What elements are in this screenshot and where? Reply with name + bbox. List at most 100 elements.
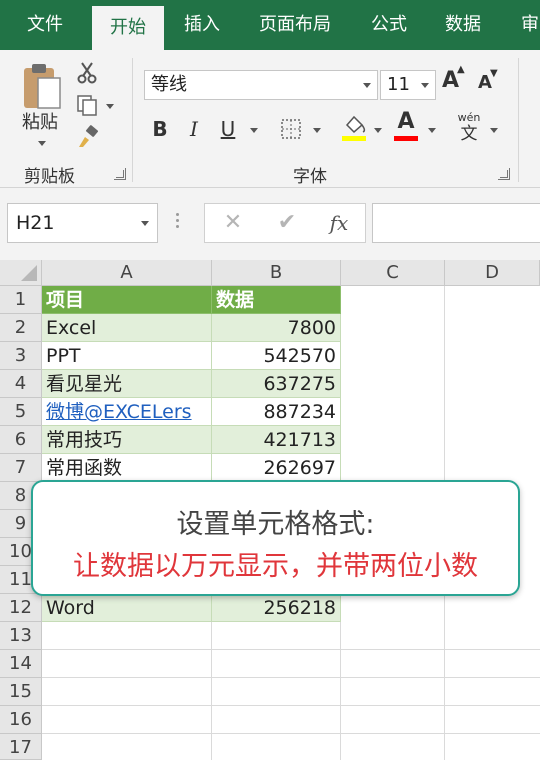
table-cell[interactable]: 看见星光 [42, 370, 212, 398]
copy-button[interactable] [74, 92, 100, 118]
table-header-cell[interactable]: 数据 [212, 286, 341, 314]
chevron-down-icon [363, 83, 371, 88]
formula-buttons: ✕ ✔ fx [204, 203, 366, 243]
chevron-down-icon [421, 83, 429, 88]
tip-callout: 设置单元格格式: 让数据以万元显示，并带两位小数 [31, 480, 520, 596]
italic-button[interactable]: I [182, 114, 206, 144]
table-cell[interactable]: 542570 [212, 342, 341, 370]
font-launcher-icon[interactable] [498, 168, 510, 180]
gridline [340, 622, 341, 760]
table-cell[interactable]: 常用函数 [42, 454, 212, 482]
row-header[interactable]: 1 [0, 286, 42, 314]
table-cell[interactable]: 7800 [212, 314, 341, 342]
row-header[interactable]: 17 [0, 734, 42, 760]
bold-button[interactable]: B [148, 114, 172, 144]
table-cell[interactable]: Excel [42, 314, 212, 342]
table-cell[interactable]: Word [42, 594, 212, 622]
row-header[interactable]: 13 [0, 622, 42, 650]
font-size-select[interactable]: 11 [380, 70, 436, 100]
tab-data[interactable]: 数据 [432, 0, 494, 50]
group-divider [132, 58, 133, 182]
chevron-down-icon [141, 221, 149, 226]
font-family-select[interactable]: 等线 [144, 70, 378, 100]
table-cell[interactable]: PPT [42, 342, 212, 370]
column-header-c[interactable]: C [341, 260, 445, 286]
clipboard-icon [24, 64, 61, 109]
table-header-cell[interactable]: 项目 [42, 286, 212, 314]
row-header[interactable]: 4 [0, 370, 42, 398]
font-color-button[interactable]: A [392, 108, 420, 144]
gridline [211, 622, 212, 760]
enter-icon[interactable]: ✔ [267, 204, 307, 242]
drag-handle-icon[interactable] [176, 210, 180, 234]
row-header[interactable]: 16 [0, 706, 42, 734]
shrink-font-button[interactable]: A ▼ [478, 68, 502, 102]
font-color-swatch [394, 136, 418, 141]
column-header-a[interactable]: A [42, 260, 212, 286]
copy-dropdown-caret[interactable] [106, 104, 114, 109]
paste-label: 粘贴 [22, 112, 58, 133]
table-cell[interactable]: 常用技巧 [42, 426, 212, 454]
cancel-icon[interactable]: ✕ [213, 204, 253, 242]
cut-button[interactable] [74, 60, 100, 86]
name-box[interactable]: H21 [7, 203, 158, 243]
callout-highlight: 让数据以万元显示，并带两位小数 [73, 551, 478, 582]
grow-font-button[interactable]: A ▲ [442, 64, 466, 100]
row-header[interactable]: 7 [0, 454, 42, 482]
select-all-button[interactable] [0, 260, 42, 286]
row-header[interactable]: 2 [0, 314, 42, 342]
name-box-value: H21 [16, 212, 55, 234]
row-header[interactable]: 12 [0, 594, 42, 622]
table-cell[interactable]: 256218 [212, 594, 341, 622]
paste-dropdown-caret[interactable] [38, 141, 46, 146]
clipboard-group-label: 剪贴板 [24, 167, 75, 187]
ribbon: 粘贴 剪贴板 等线 11 A ▲ A ▼ B I U A wén 文 字体 [0, 50, 540, 188]
underline-button[interactable]: U [216, 114, 240, 144]
table-cell[interactable]: 637275 [212, 370, 341, 398]
table-cell[interactable]: 262697 [212, 454, 341, 482]
row-header[interactable]: 3 [0, 342, 42, 370]
phonetic-pinyin: wén [457, 111, 481, 124]
column-header-b[interactable]: B [212, 260, 341, 286]
formula-bar: H21 ✕ ✔ fx [0, 188, 540, 260]
tab-review[interactable]: 审阅 [508, 0, 540, 50]
font-family-value: 等线 [151, 74, 187, 95]
row-header[interactable]: 14 [0, 650, 42, 678]
phonetic-char: 文 [460, 124, 478, 144]
format-painter-button[interactable] [74, 124, 100, 150]
phonetic-guide-button[interactable]: wén 文 [456, 112, 482, 146]
font-color-dropdown-caret[interactable] [428, 128, 436, 133]
borders-icon [281, 119, 301, 139]
group-divider [518, 58, 519, 182]
hyperlink-cell[interactable]: 微博@EXCELers [42, 398, 212, 426]
fill-color-dropdown-caret[interactable] [374, 128, 382, 133]
ribbon-tab-bar: 文件 开始 插入 页面布局 公式 数据 审阅 [0, 0, 540, 50]
tab-file[interactable]: 文件 [12, 0, 78, 50]
tab-page-layout[interactable]: 页面布局 [246, 0, 344, 50]
phonetic-dropdown-caret[interactable] [490, 128, 498, 133]
table-cell[interactable]: 887234 [212, 398, 341, 426]
tab-formulas[interactable]: 公式 [358, 0, 420, 50]
column-header-d[interactable]: D [445, 260, 540, 286]
fill-color-button[interactable] [340, 110, 368, 144]
row-header[interactable]: 5 [0, 398, 42, 426]
borders-button[interactable] [278, 114, 304, 144]
tab-insert[interactable]: 插入 [172, 0, 232, 50]
clipboard-launcher-icon[interactable] [114, 168, 126, 180]
scissors-icon [77, 62, 97, 84]
row-header[interactable]: 6 [0, 426, 42, 454]
font-group-label: 字体 [293, 167, 327, 187]
borders-dropdown-caret[interactable] [313, 128, 321, 133]
row-header[interactable]: 15 [0, 678, 42, 706]
underline-dropdown-caret[interactable] [250, 128, 258, 133]
callout-title: 设置单元格格式: [176, 509, 375, 540]
empty-rows-area[interactable] [42, 622, 540, 760]
tab-home[interactable]: 开始 [92, 6, 164, 50]
paste-button[interactable] [20, 58, 64, 114]
insert-function-button[interactable]: fx [319, 204, 359, 242]
formula-input[interactable] [372, 203, 540, 243]
brush-icon [79, 125, 98, 147]
table-cell[interactable]: 421713 [212, 426, 341, 454]
font-color-icon: A [397, 109, 415, 134]
paint-bucket-icon [342, 115, 366, 141]
